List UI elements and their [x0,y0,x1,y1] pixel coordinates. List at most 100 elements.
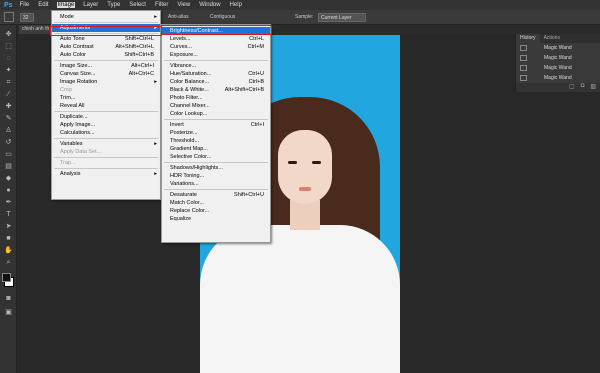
screen-mode-icon[interactable]: ▣ [4,309,13,317]
type-tool-icon[interactable]: T [4,211,13,219]
menu-window[interactable]: Window [198,2,221,8]
adjust-menu-item-exposure[interactable]: Exposure... [162,51,270,59]
crop-tool-icon[interactable]: ⌗ [4,79,13,87]
adjust-menu-item-invert[interactable]: Invert Ctrl+I [162,121,270,129]
adjust-menu-item-threshold[interactable]: Threshold... [162,137,270,145]
adjust-menu-item-hue-saturation[interactable]: Hue/Saturation... Ctrl+U [162,70,270,78]
adjust-menu-item-channel-mixer[interactable]: Channel Mixer... [162,102,270,110]
blur-tool-icon[interactable]: ◆ [4,175,13,183]
eraser-tool-icon[interactable]: ▭ [4,151,13,159]
history-item[interactable]: Magic Wand [516,73,600,83]
history-item-label: Magic Wand [544,65,572,71]
menu-item-label: Invert [170,122,184,128]
zoom-tool-icon[interactable]: ⌕ [4,259,13,267]
gradient-tool-icon[interactable]: ▤ [4,163,13,171]
adjust-menu-item-color-balance[interactable]: Color Balance... Ctrl+B [162,78,270,86]
image-menu-item-auto-tone[interactable]: Auto Tone Shift+Ctrl+L [52,35,160,43]
history-item-label: Magic Wand [544,45,572,51]
image-menu-item-duplicate[interactable]: Duplicate... [52,113,160,121]
menu-select[interactable]: Select [128,2,147,8]
adjust-menu-item-color-lookup[interactable]: Color Lookup... [162,110,270,118]
menu-item-label: Mode [60,14,74,20]
history-item[interactable]: Magic Wand [516,63,600,73]
stamp-tool-icon[interactable]: ♙ [4,127,13,135]
magic-wand-icon [520,65,527,71]
image-menu-item-analysis[interactable]: Analysis ▸ [52,170,160,178]
image-menu-item-image-rotation[interactable]: Image Rotation ▸ [52,78,160,86]
menu-item-label: Black & White... [170,87,209,93]
brush-tool-icon[interactable]: ✎ [4,115,13,123]
tab-history[interactable]: History [516,34,540,43]
menu-item-shortcut: Ctrl+I [250,122,264,128]
adjust-menu-item-shadows-highlights[interactable]: Shadows/Highlights... [162,164,270,172]
healing-tool-icon[interactable]: ✚ [4,103,13,111]
menu-item-label: Exposure... [170,52,198,58]
foreground-color-swatch[interactable] [2,273,11,282]
adjust-menu-item-variations[interactable]: Variations... [162,180,270,188]
adjust-menu-item-levels[interactable]: Levels... Ctrl+L [162,35,270,43]
sample-size-field[interactable]: 32 [20,13,34,22]
magic-wand-tool-icon[interactable] [4,12,14,22]
shape-tool-icon[interactable]: ■ [4,235,13,243]
image-menu-item-auto-contrast[interactable]: Auto Contrast Alt+Shift+Ctrl+L [52,43,160,51]
adjust-menu-item-gradient-map[interactable]: Gradient Map... [162,145,270,153]
snapshot-icon[interactable]: ◘ [581,83,585,92]
menu-edit[interactable]: Edit [37,2,49,8]
lasso-tool-icon[interactable]: ◌ [4,55,13,63]
menu-type[interactable]: Type [106,2,121,8]
image-menu-item-variables[interactable]: Variables ▸ [52,140,160,148]
dodge-tool-icon[interactable]: ● [4,187,13,195]
image-menu-item-calculations[interactable]: Calculations... [52,129,160,137]
image-menu-item-image-size[interactable]: Image Size... Alt+Ctrl+I [52,62,160,70]
new-document-icon[interactable]: ▢ [569,83,575,92]
adjust-menu-item-match-color[interactable]: Match Color... [162,199,270,207]
contiguous-checkbox[interactable]: Contiguous [210,14,235,20]
adjust-menu-item-photo-filter[interactable]: Photo Filter... [162,94,270,102]
marquee-tool-icon[interactable]: ⬚ [4,43,13,51]
move-tool-icon[interactable]: ✥ [4,31,13,39]
hand-tool-icon[interactable]: ✋ [4,247,13,255]
menu-view[interactable]: View [176,2,191,8]
menu-image[interactable]: Image [56,2,76,8]
adjust-menu-item-posterize[interactable]: Posterize... [162,129,270,137]
adjust-menu-item-curves[interactable]: Curves... Ctrl+M [162,43,270,51]
history-item[interactable]: Magic Wand [516,43,600,53]
adjust-menu-item-equalize[interactable]: Equalize [162,215,270,223]
adjust-menu-item-desaturate[interactable]: Desaturate Shift+Ctrl+U [162,191,270,199]
tab-actions[interactable]: Actions [540,34,564,43]
adjust-menu-item-black-white[interactable]: Black & White... Alt+Shift+Ctrl+B [162,86,270,94]
trash-icon[interactable]: ▥ [590,83,596,92]
menu-separator [54,157,158,158]
pen-tool-icon[interactable]: ✒ [4,199,13,207]
menu-help[interactable]: Help [229,2,243,8]
image-menu-item-trim[interactable]: Trim... [52,94,160,102]
menu-item-shortcut: Alt+Ctrl+I [131,63,154,69]
menu-item-label: Calculations... [60,130,95,136]
sample-dropdown[interactable]: Current Layer [318,13,366,22]
menu-item-label: Hue/Saturation... [170,71,212,77]
image-menu-item-auto-color[interactable]: Auto Color Shift+Ctrl+B [52,51,160,59]
menu-item-shortcut: Ctrl+B [248,79,264,85]
history-brush-icon[interactable]: ↺ [4,139,13,147]
image-menu-item-reveal-all[interactable]: Reveal All [52,102,160,110]
image-menu-item-apply-image[interactable]: Apply Image... [52,121,160,129]
adjust-menu-item-vibrance[interactable]: Vibrance... [162,62,270,70]
adjust-menu-item-hdr-toning[interactable]: HDR Toning... [162,172,270,180]
adjustments-submenu: Brightness/Contrast... Levels... Ctrl+L Cur… [161,24,271,243]
eyedropper-tool-icon[interactable]: ⁄ [4,91,13,99]
image-menu-item-trap: Trap... [52,159,160,167]
menu-file[interactable]: File [19,2,31,8]
antialias-checkbox[interactable]: Anti-alias [168,14,189,20]
path-select-icon[interactable]: ➤ [4,223,13,231]
menu-separator [164,189,268,190]
adjust-menu-item-selective-color[interactable]: Selective Color... [162,153,270,161]
magic-wand-icon[interactable]: ✦ [4,67,13,75]
adjust-menu-item-replace-color[interactable]: Replace Color... [162,207,270,215]
quick-mask-icon[interactable]: ◙ [4,295,13,303]
history-item[interactable]: Magic Wand [516,53,600,63]
menu-filter[interactable]: Filter [154,2,169,8]
menu-item-label: Canvas Size... [60,71,96,77]
menu-layer[interactable]: Layer [82,2,99,8]
image-menu-item-canvas-size[interactable]: Canvas Size... Alt+Ctrl+C [52,70,160,78]
image-menu-item-mode[interactable]: Mode ▸ [52,13,160,21]
